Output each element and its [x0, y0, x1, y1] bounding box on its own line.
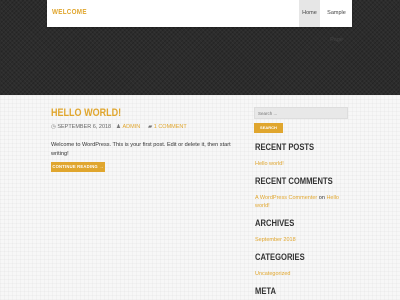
- post-author-text: ADMIN: [122, 124, 141, 130]
- nav-item-sample-page[interactable]: Sample Page: [321, 0, 352, 43]
- post-date[interactable]: ◷ SEPTEMBER 6, 2018: [51, 124, 111, 130]
- widget-title-recent-comments: RECENT COMMENTS: [255, 176, 333, 187]
- comment-icon: ▰: [148, 124, 153, 130]
- post-date-text: SEPTEMBER 6, 2018: [57, 124, 112, 130]
- category-link[interactable]: Uncategorized: [255, 270, 290, 278]
- search-button[interactable]: SEARCH: [254, 123, 283, 133]
- user-icon: ♟: [116, 124, 121, 130]
- post-author[interactable]: ♟ ADMIN: [116, 124, 140, 130]
- post-comments[interactable]: ▰ 1 COMMENT: [148, 124, 187, 130]
- post-comments-text: 1 COMMENT: [153, 124, 187, 130]
- widget-title-archives: ARCHIVES: [255, 218, 295, 229]
- post-excerpt: Welcome to WordPress. This is your first…: [51, 142, 231, 157]
- recent-post-link[interactable]: Hello world!: [255, 160, 284, 168]
- comment-on-text: on: [318, 195, 325, 201]
- clock-icon: ◷: [51, 124, 56, 130]
- top-navbar: WELCOME Home Sample Page: [47, 0, 352, 43]
- comment-author-link[interactable]: A WordPress Commenter: [255, 195, 317, 201]
- widget-title-categories: CATEGORIES: [255, 252, 305, 263]
- recent-comment-item: A WordPress Commenter on Hello world!: [255, 194, 345, 210]
- nav-item-home[interactable]: Home: [299, 0, 320, 27]
- widget-title-recent-posts: RECENT POSTS: [255, 142, 315, 153]
- site-title[interactable]: WELCOME: [52, 9, 87, 16]
- archive-link[interactable]: September 2018: [255, 236, 296, 244]
- post-title[interactable]: HELLO WORLD!: [51, 107, 121, 119]
- widget-title-meta: META: [255, 286, 276, 297]
- continue-reading-button[interactable]: CONTINUE READING →: [51, 162, 105, 172]
- search-input[interactable]: [254, 107, 348, 119]
